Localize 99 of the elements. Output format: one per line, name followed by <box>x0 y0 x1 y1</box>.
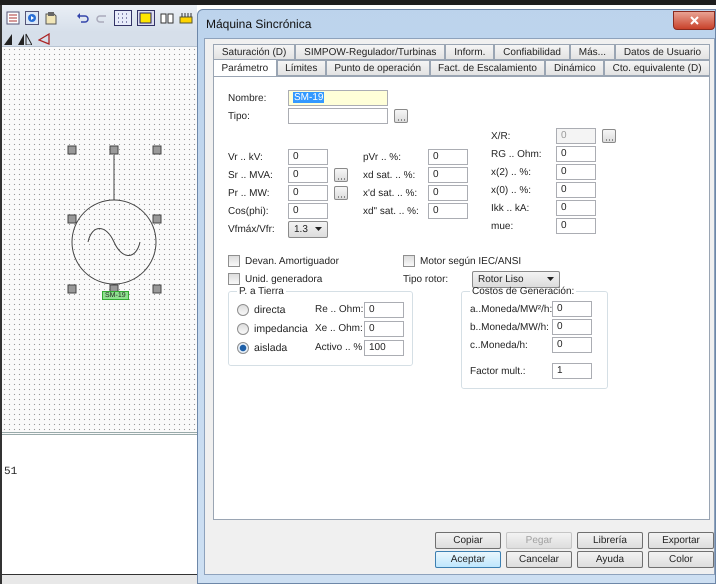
field-label: mue: <box>491 220 514 232</box>
dialog-button[interactable]: Copiar <box>435 532 501 549</box>
radio-option[interactable]: aislada <box>237 342 315 354</box>
ellipsis-icon <box>605 139 613 142</box>
input-field[interactable]: 0 <box>556 182 596 198</box>
input-field[interactable]: 0 <box>556 218 596 234</box>
tab[interactable]: Saturación (D) <box>213 44 296 60</box>
grid-icon[interactable] <box>114 10 132 26</box>
input-field[interactable]: 0 <box>288 149 328 165</box>
caret-icon <box>547 277 554 281</box>
field-label: Tipo rotor: <box>403 274 450 284</box>
field-label: x(2) .. %: <box>491 166 532 178</box>
field-label: Sr .. MVA: <box>228 170 274 180</box>
dropdown[interactable]: 1.3 <box>288 220 328 238</box>
input-field[interactable]: 0 <box>288 203 328 219</box>
input-field[interactable]: 100 <box>364 340 404 356</box>
dialog-button[interactable]: Color <box>648 551 714 568</box>
ellipsis-icon <box>337 178 345 181</box>
tab[interactable]: Más... <box>570 44 615 60</box>
input-field[interactable]: 0 <box>364 302 404 318</box>
input-field[interactable]: 0 <box>364 320 404 336</box>
field-label: Xe .. Ohm: <box>315 323 364 334</box>
input-field[interactable]: 0 <box>428 185 468 201</box>
field-label: Pr .. MW: <box>228 188 270 198</box>
list-icon[interactable] <box>6 11 20 25</box>
dialog-button[interactable]: Cancelar <box>506 551 572 568</box>
arrow-left-icon[interactable] <box>38 32 50 44</box>
dialog-button[interactable]: Exportar <box>648 532 714 549</box>
field-label: X/R: <box>491 130 512 142</box>
tab[interactable]: Datos de Usuario <box>614 44 710 60</box>
input-field[interactable]: 1 <box>552 363 592 379</box>
checkbox-option[interactable]: Motor según IEC/ANSI <box>403 255 573 267</box>
input-field[interactable]: 0 <box>552 337 592 353</box>
tab[interactable]: SIMPOW-Regulador/Turbinas <box>295 44 446 60</box>
field-label: b..Moneda/MW/h: <box>470 322 550 332</box>
input-field[interactable]: 0 <box>556 200 596 216</box>
field-label: Nombre: <box>228 92 268 104</box>
field-label: xd sat. .. %: <box>363 170 416 180</box>
input-field[interactable]: 0 <box>428 167 468 183</box>
field-label: Activo .. % <box>315 342 364 353</box>
browse-button[interactable] <box>334 186 348 200</box>
ellipsis-icon <box>337 196 345 199</box>
field-label: Ikk .. kA: <box>491 202 530 214</box>
input-field[interactable]: 0 <box>288 167 328 183</box>
field-label: Cos(phi): <box>228 206 270 216</box>
undo-icon[interactable] <box>76 11 90 25</box>
field-label: c..Moneda/h: <box>470 340 529 350</box>
field-label: a..Moneda/MW²/h: <box>470 304 552 314</box>
dropdown[interactable]: Rotor Liso <box>472 270 560 288</box>
close-button[interactable] <box>673 10 715 30</box>
mirror-triangles-icon[interactable] <box>18 32 32 44</box>
window-icon[interactable] <box>137 10 155 26</box>
ruler-icon[interactable] <box>179 11 193 25</box>
input-field[interactable]: 0 <box>552 319 592 335</box>
tab[interactable]: Inform. <box>445 44 494 60</box>
group-title: Costos de Generación: <box>471 286 576 297</box>
input-field[interactable]: 0 <box>556 164 596 180</box>
field-label: x(0) .. %: <box>491 184 532 196</box>
field-label: x'd sat. .. %: <box>363 188 418 198</box>
tab[interactable]: Dinámico <box>545 60 604 76</box>
input-field[interactable]: 0 <box>556 146 596 162</box>
close-icon <box>690 16 698 24</box>
tab[interactable]: Punto de operación <box>326 60 430 76</box>
tab[interactable]: Confiabilidad <box>494 44 570 60</box>
group-title: P. a Tierra <box>238 286 285 297</box>
window-title: Máquina Sincrónica <box>206 17 312 31</box>
document-icon[interactable] <box>44 11 58 25</box>
field-label: Vfmáx/Vfr: <box>228 224 276 234</box>
input-field[interactable]: 0 <box>288 185 328 201</box>
radio-option[interactable]: impedancia <box>237 322 315 334</box>
field-label: Re .. Ohm: <box>315 304 364 315</box>
dialog-button[interactable]: Ayuda <box>577 551 643 568</box>
play-icon[interactable] <box>25 11 39 25</box>
field-label: RG .. Ohm: <box>491 148 543 160</box>
field-label: Factor mult.: <box>470 366 527 376</box>
tab[interactable]: Cto. equivalente (D) <box>604 60 710 76</box>
tab[interactable]: Parámetro <box>213 59 277 76</box>
tab[interactable]: Fact. de Escalamiento <box>430 60 546 76</box>
input-field[interactable]: 0 <box>428 149 468 165</box>
field-label: Vr .. kV: <box>228 152 264 162</box>
input-field[interactable]: 0 <box>428 203 468 219</box>
browse-button[interactable] <box>394 109 408 123</box>
generator-symbol-drawing[interactable] <box>68 146 162 294</box>
radio-option[interactable]: directa <box>237 304 315 316</box>
field-label: Tipo: <box>228 110 251 122</box>
checkbox-option[interactable]: Unid. generadora <box>228 273 403 285</box>
triangle-icon[interactable] <box>4 32 12 44</box>
ellipsis-icon <box>397 119 405 122</box>
input-field[interactable] <box>288 108 388 124</box>
caret-icon <box>315 227 322 231</box>
field-label: xd" sat. .. %: <box>363 206 420 216</box>
dialog-button[interactable]: Aceptar <box>435 551 501 568</box>
columns-icon[interactable] <box>160 11 174 25</box>
browse-button[interactable] <box>334 168 348 182</box>
input-field[interactable]: 0 <box>552 301 592 317</box>
field-label: pVr .. %: <box>363 152 402 162</box>
tab[interactable]: Límites <box>276 60 326 76</box>
dialog-button[interactable]: Librería <box>577 532 643 549</box>
checkbox-option[interactable]: Devan. Amortiguador <box>228 255 403 267</box>
